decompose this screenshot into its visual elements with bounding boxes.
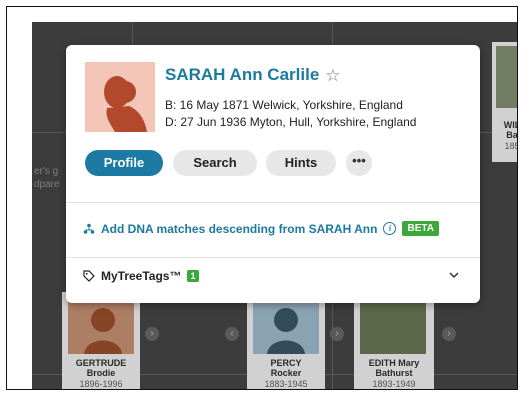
screenshot-frame: er's g dpare WIL Ba 185 GERTRUDE Brodie … bbox=[6, 6, 518, 390]
chevron-down-icon[interactable] bbox=[448, 269, 460, 281]
people-tree-icon bbox=[83, 223, 95, 234]
info-icon[interactable]: i bbox=[383, 222, 397, 235]
beta-badge: BETA bbox=[402, 221, 439, 236]
hints-button[interactable]: Hints bbox=[266, 150, 336, 176]
profile-button[interactable]: Profile bbox=[85, 150, 163, 176]
person-avatar[interactable] bbox=[85, 62, 155, 132]
tag-icon bbox=[83, 270, 95, 282]
mytreetags-row[interactable]: MyTreeTags™ 1 bbox=[83, 269, 199, 283]
star-icon[interactable]: ☆ bbox=[325, 67, 340, 84]
birth-fact: B: 16 May 1871 Welwick, Yorkshire, Engla… bbox=[165, 98, 403, 112]
dna-matches-row: Add DNA matches descending from SARAH An… bbox=[83, 221, 439, 236]
female-silhouette-icon bbox=[104, 76, 147, 132]
death-fact: D: 27 Jun 1936 Myton, Hull, Yorkshire, E… bbox=[165, 115, 417, 129]
person-name[interactable]: SARAH Ann Carlile bbox=[165, 65, 319, 85]
add-dna-matches-link[interactable]: Add DNA matches descending from SARAH An… bbox=[101, 222, 377, 236]
divider bbox=[66, 257, 480, 258]
divider bbox=[66, 202, 480, 203]
name-row: SARAH Ann Carlile ☆ bbox=[165, 65, 341, 85]
more-options-button[interactable]: ••• bbox=[346, 150, 372, 176]
tag-count-badge: 1 bbox=[187, 270, 199, 282]
mytreetags-label: MyTreeTags™ bbox=[101, 269, 182, 283]
search-button[interactable]: Search bbox=[173, 150, 257, 176]
person-quick-view-card: SARAH Ann Carlile ☆ B: 16 May 1871 Welwi… bbox=[66, 45, 480, 303]
